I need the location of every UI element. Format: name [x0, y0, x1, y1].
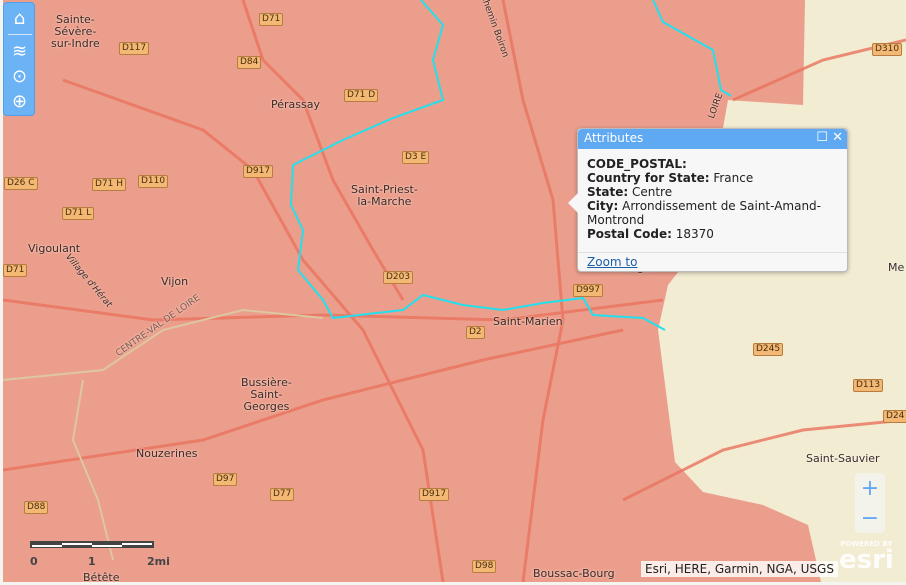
road-shield: D98	[472, 560, 497, 573]
scale-tick: 1	[88, 555, 96, 568]
basemap-gallery-button[interactable]: ⊕	[7, 89, 32, 114]
place-label: Me	[888, 261, 905, 274]
road-shield: D917	[243, 165, 274, 178]
popup-field: Country for State: France	[587, 171, 754, 185]
zoom-to-link[interactable]: Zoom to	[587, 255, 637, 269]
map-view[interactable]: Sainte- Sévère- sur-Indre Pérassay Saint…	[3, 0, 906, 582]
road-shield: D203	[383, 271, 414, 284]
road-shield: D917	[419, 488, 450, 501]
close-icon[interactable]: ✕	[832, 130, 843, 145]
road-shield: D2	[466, 326, 485, 339]
road-shield: D77	[270, 488, 295, 501]
zoom-control: + −	[855, 473, 885, 533]
popup-header: Attributes ☐ ✕	[578, 129, 847, 149]
popup-field: City: Arrondissement de Saint-Amand-Mont…	[587, 199, 821, 227]
road-shield: D3 E	[402, 151, 430, 164]
scale-bar-graphic	[30, 541, 154, 548]
widget-toolbar: ⌂ ≋ ⊙ ⊕	[3, 2, 35, 116]
road-shield: D71 H	[92, 178, 127, 191]
maximize-icon[interactable]: ☐	[816, 130, 828, 145]
road-shield: D245	[753, 343, 784, 356]
scale-tick: 2mi	[147, 555, 170, 568]
road-shield: D113	[853, 379, 884, 392]
esri-wordmark: esri	[839, 545, 894, 575]
road-shield: D71	[3, 264, 28, 277]
select-button[interactable]: ⊙	[7, 64, 32, 89]
esri-logo[interactable]: POWERED BY esri	[839, 540, 894, 575]
road-shield: D997	[573, 284, 604, 297]
attributes-popup: Attributes ☐ ✕ CODE_POSTAL: Country for …	[568, 128, 848, 272]
popup-title: Attributes	[584, 131, 644, 145]
road-shield: D110	[138, 175, 169, 188]
home-icon: ⌂	[13, 8, 26, 29]
scale-bar: 0 1 2mi	[30, 536, 170, 568]
basemap	[3, 0, 906, 582]
place-label: Boussac-Bourg	[533, 567, 615, 580]
place-label: Vijon	[161, 275, 189, 288]
scale-tick: 0	[30, 555, 38, 568]
cursor-icon: ⊙	[11, 66, 28, 87]
zoom-in-button[interactable]: +	[855, 473, 885, 503]
place-label: Saint-Sauvier	[806, 452, 880, 465]
road-shield: D71 D	[344, 89, 379, 102]
popup-field: CODE_POSTAL:	[587, 157, 687, 171]
zoom-out-button[interactable]: −	[855, 503, 885, 533]
road-shield: D84	[237, 56, 262, 69]
region-borders	[3, 308, 324, 561]
road-shield: D88	[24, 501, 49, 514]
place-label: Pérassay	[271, 98, 320, 111]
road-shield: D24	[883, 410, 906, 423]
road-shield: D71 L	[62, 207, 95, 220]
popup-content: CODE_POSTAL: Country for State: France S…	[578, 149, 847, 253]
road-shield: D117	[119, 42, 150, 55]
place-label: Bussière- Saint- Georges	[241, 376, 292, 413]
globe-map-icon: ⊕	[11, 91, 28, 112]
home-button[interactable]: ⌂	[7, 6, 32, 31]
road-shield: D71	[259, 13, 284, 26]
place-label: Saint-Marien	[493, 315, 563, 328]
road-shield: D310	[872, 43, 903, 56]
popup-field: Postal Code: 18370	[587, 227, 714, 241]
attribution: Esri, HERE, Garmin, NGA, USGS	[641, 561, 838, 577]
layers-icon: ≋	[11, 41, 28, 62]
place-label: Saint-Priest- la-Marche	[351, 183, 418, 208]
road-shield: D97	[213, 473, 238, 486]
layers-button[interactable]: ≋	[7, 39, 32, 64]
place-label: Sainte- Sévère- sur-Indre	[51, 13, 100, 50]
popup-field: State: Centre	[587, 185, 673, 199]
place-label: Nouzerines	[136, 447, 198, 460]
road-shield: D26 C	[4, 177, 38, 190]
place-label: Bétête	[83, 571, 120, 583]
